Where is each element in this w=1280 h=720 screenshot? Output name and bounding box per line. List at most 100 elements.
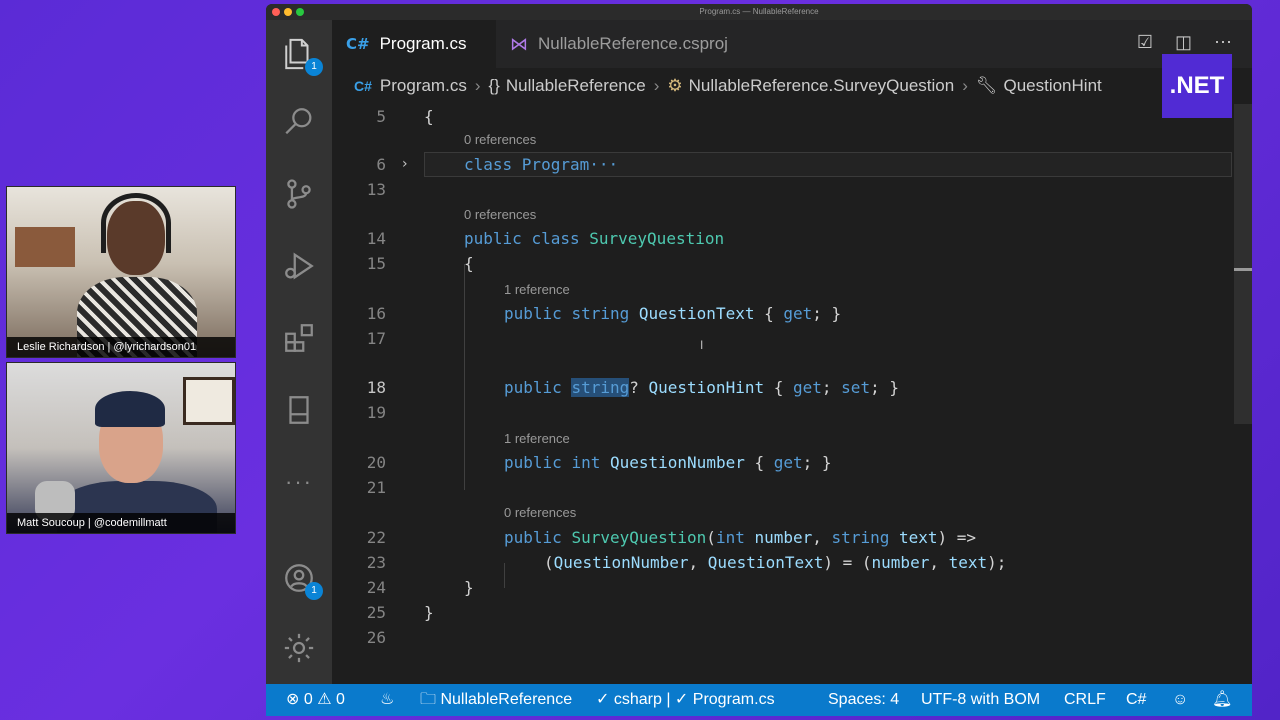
breadcrumb-file[interactable]: Program.cs (380, 76, 467, 96)
code-line: 15 { (332, 251, 1252, 276)
problems-status[interactable]: ⊗ 0 ⚠ 0 (286, 684, 345, 716)
breadcrumb-class[interactable]: NullableReference.SurveyQuestion (689, 76, 955, 96)
line-number: 25 (366, 603, 386, 622)
line-number: 14 (366, 229, 386, 248)
wall-frame (183, 377, 235, 425)
line-number: 13 (366, 180, 386, 199)
line-number: 16 (366, 304, 386, 323)
code-line: 13 (332, 177, 1252, 202)
code-line: 26 (332, 625, 1252, 650)
code-lens[interactable]: 0 references (464, 130, 536, 150)
namespace-icon: {} (488, 76, 500, 95)
chevron-right-icon: › (962, 76, 968, 95)
fold-chevron-icon[interactable]: › (402, 152, 408, 177)
line-number: 19 (366, 403, 386, 422)
line-number: 20 (366, 453, 386, 472)
more-icon[interactable]: ··· (279, 462, 319, 502)
wrench-property-icon: 🔧︎ (975, 76, 998, 95)
check-icon: ✓ (596, 691, 610, 708)
notifications-bell-icon[interactable]: 🔔︎ (1212, 684, 1232, 716)
code-lens[interactable]: 0 references (504, 503, 576, 523)
breadcrumb-property[interactable]: QuestionHint (1003, 76, 1101, 96)
run-debug-icon[interactable] (279, 246, 319, 286)
language-server-status[interactable]: ✓ csharp | ✓ Program.cs (596, 684, 775, 716)
code-line: 24 } (332, 575, 1252, 600)
code-text: class Program··· (464, 155, 619, 174)
zoom-window-button[interactable] (296, 8, 304, 16)
webcam-tile-matt: Matt Soucoup | @codemillmatt (6, 362, 236, 534)
code-editor[interactable]: 5 { 0 references 6 › class Program··· 13… (332, 104, 1252, 684)
more-actions-icon[interactable]: ⋯ (1214, 32, 1232, 53)
tab-csproj[interactable]: ⋈ NullableReference.csproj (496, 20, 776, 68)
visual-studio-icon: ⋈ (510, 33, 528, 54)
book-icon[interactable] (279, 390, 319, 430)
code-line: 14 public class SurveyQuestion (332, 226, 1252, 251)
project-status[interactable]: 🗀︎ NullableReference (420, 684, 572, 716)
scrollbar-marker (1234, 268, 1252, 271)
source-control-icon[interactable] (279, 174, 319, 214)
code-text: public string QuestionText { get; } (504, 304, 842, 323)
folder-icon: 🗀︎ (420, 691, 437, 708)
code-text: public string? QuestionHint { get; set; … (504, 378, 899, 397)
indentation-status[interactable]: Spaces: 4 (828, 684, 899, 716)
tab-program-cs[interactable]: C# Program.cs (332, 20, 496, 68)
checklist-icon[interactable]: ☑ (1137, 32, 1153, 53)
extensions-icon[interactable] (279, 318, 319, 358)
code-line: 5 { (332, 104, 1252, 129)
close-window-button[interactable] (272, 8, 280, 16)
code-line: 21 (332, 475, 1252, 500)
headset-icon (101, 193, 171, 253)
accounts-icon[interactable]: 1 (279, 558, 323, 600)
explorer-icon[interactable]: 1 (279, 34, 323, 76)
accounts-badge: 1 (305, 582, 323, 600)
eol-status[interactable]: CRLF (1064, 684, 1106, 716)
error-count: 0 (303, 691, 313, 708)
editor-window: Program.cs — NullableReference 1 ··· 1 C… (266, 4, 1252, 716)
warning-count: 0 (336, 691, 345, 708)
code-lens[interactable]: 1 reference (504, 429, 570, 449)
code-lens[interactable]: 1 reference (504, 280, 570, 300)
cap (95, 391, 165, 427)
vertical-scrollbar[interactable] (1234, 104, 1252, 424)
code-line: 25 } (332, 600, 1252, 625)
code-lens[interactable]: 0 references (464, 205, 536, 225)
settings-gear-icon[interactable] (279, 628, 319, 668)
webcam-tile-leslie: Leslie Richardson | @lyrichardson01 (6, 186, 236, 358)
code-text: } (464, 578, 474, 597)
split-editor-icon[interactable]: ◫ (1175, 32, 1192, 53)
activity-bar: 1 ··· 1 (266, 20, 332, 686)
participant-name: Matt Soucoup | @codemillmatt (7, 513, 235, 533)
code-text: public SurveyQuestion(int number, string… (504, 528, 977, 547)
csharp-file-icon: C# (354, 78, 372, 94)
line-number: 15 (366, 254, 386, 273)
window-title: Program.cs — NullableReference (699, 7, 819, 16)
line-number: 5 (376, 107, 386, 126)
minimize-window-button[interactable] (284, 8, 292, 16)
language-mode-status[interactable]: C# (1126, 684, 1146, 716)
code-line: 17 (332, 326, 1252, 351)
project-name: NullableReference (440, 691, 573, 708)
flame-icon[interactable]: ♨ (380, 684, 394, 716)
line-number: 18 (366, 378, 386, 397)
breadcrumb-namespace[interactable]: NullableReference (506, 76, 646, 96)
background-shelf (15, 227, 75, 267)
line-number: 23 (366, 553, 386, 572)
csharp-file-icon: C# (346, 35, 370, 53)
code-line: 16 public string QuestionText { get; } (332, 301, 1252, 326)
tab-label: Program.cs (379, 34, 467, 53)
code-text: (QuestionNumber, QuestionText) = (number… (544, 553, 1007, 572)
code-text: { (464, 254, 474, 273)
code-text: public class SurveyQuestion (464, 229, 725, 248)
code-line: 6 › class Program··· (332, 152, 1252, 177)
code-line: 19 (332, 400, 1252, 425)
code-line: 20 public int QuestionNumber { get; } (332, 450, 1252, 475)
feedback-icon[interactable]: ☺ (1172, 684, 1188, 716)
line-number: 17 (366, 329, 386, 348)
title-bar: Program.cs — NullableReference (266, 4, 1252, 20)
encoding-status[interactable]: UTF-8 with BOM (921, 684, 1040, 716)
editor-tabs: C# Program.cs ⋈ NullableReference.csproj… (332, 20, 1252, 68)
error-icon: ⊗ (286, 691, 300, 708)
search-icon[interactable] (279, 102, 319, 142)
code-line: 23 (QuestionNumber, QuestionText) = (num… (332, 550, 1252, 575)
line-number: 26 (366, 628, 386, 647)
